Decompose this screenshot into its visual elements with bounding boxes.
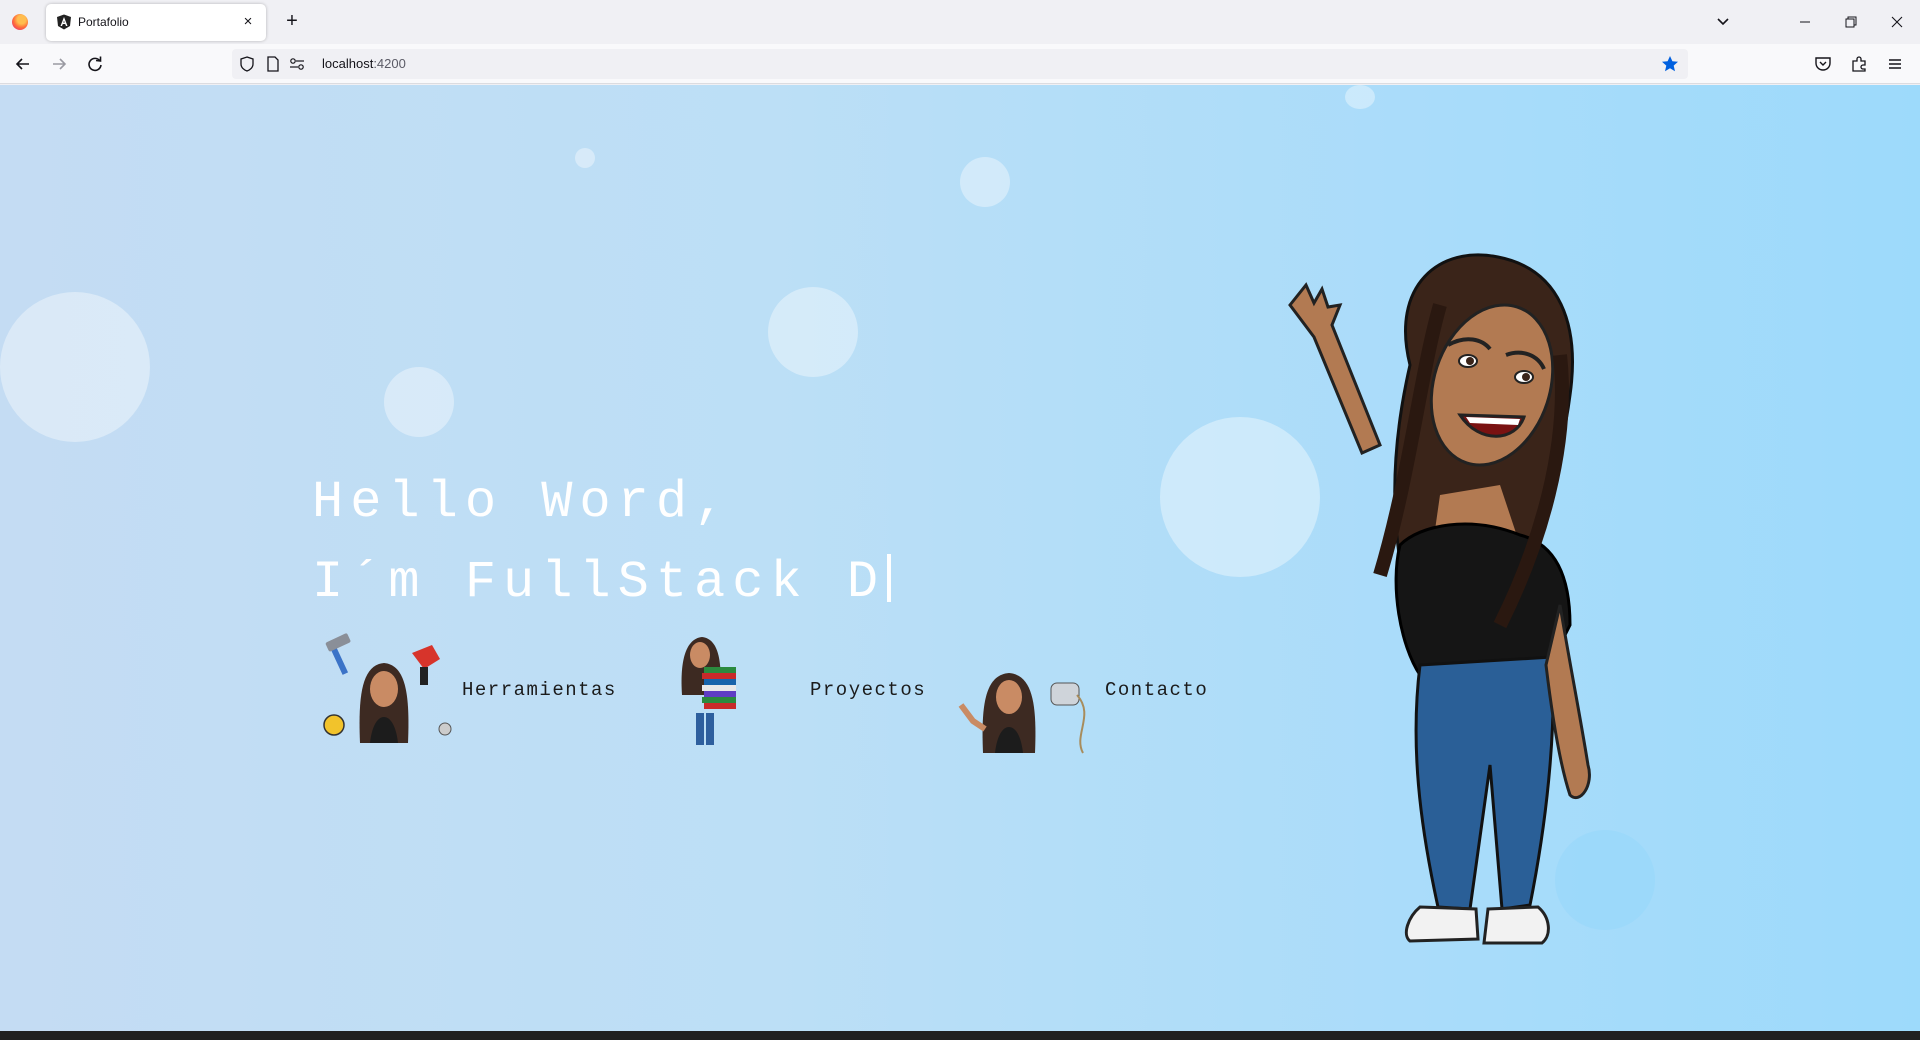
close-window-icon[interactable] bbox=[1880, 8, 1914, 36]
reload-icon[interactable] bbox=[82, 51, 108, 77]
typing-cursor bbox=[887, 554, 892, 602]
shield-icon[interactable] bbox=[238, 55, 256, 73]
forward-arrow-icon[interactable] bbox=[46, 51, 72, 77]
page-viewport: Hello Word, I´m FullStack D Herramientas bbox=[0, 85, 1920, 1031]
os-taskbar bbox=[0, 1031, 1920, 1040]
back-arrow-icon[interactable] bbox=[10, 51, 36, 77]
close-tab-icon[interactable]: × bbox=[238, 12, 258, 32]
nav-proyectos[interactable]: Proyectos bbox=[660, 625, 926, 755]
extensions-icon[interactable] bbox=[1848, 53, 1870, 75]
minimize-icon[interactable] bbox=[1788, 8, 1822, 36]
nav-herramientas-label: Herramientas bbox=[462, 679, 617, 701]
url-text[interactable]: localhost:4200 bbox=[322, 56, 406, 71]
permissions-icon[interactable] bbox=[288, 55, 306, 73]
decorative-bubble bbox=[768, 287, 858, 377]
avatar-tin-can-phone-icon bbox=[958, 673, 1086, 754]
tab-portafolio[interactable]: Portafolio × bbox=[46, 4, 266, 41]
browser-tab-strip: Portafolio × + bbox=[0, 0, 1920, 44]
firefox-icon[interactable] bbox=[12, 14, 28, 30]
greeting-line-2: I´m FullStack D bbox=[312, 553, 886, 612]
navigation-toolbar: localhost:4200 bbox=[0, 44, 1920, 84]
decorative-bubble bbox=[384, 367, 454, 437]
chevron-down-icon[interactable] bbox=[1712, 11, 1734, 33]
page-icon[interactable] bbox=[264, 55, 282, 73]
restore-icon[interactable] bbox=[1834, 8, 1868, 36]
angular-icon bbox=[57, 14, 71, 30]
hero-greeting: Hello Word, I´m FullStack D bbox=[312, 463, 892, 623]
address-bar[interactable]: localhost:4200 bbox=[232, 49, 1688, 79]
new-tab-button[interactable]: + bbox=[280, 10, 304, 34]
bookmark-star-icon[interactable] bbox=[1660, 54, 1680, 74]
pocket-icon[interactable] bbox=[1812, 53, 1834, 75]
nav-herramientas[interactable]: Herramientas bbox=[312, 625, 617, 755]
greeting-line-1: Hello Word, bbox=[312, 473, 733, 532]
decorative-bubble bbox=[0, 292, 150, 442]
nav-proyectos-label: Proyectos bbox=[810, 679, 927, 701]
avatar-books-icon bbox=[681, 637, 736, 745]
nav-contacto-label: Contacto bbox=[1105, 679, 1209, 701]
tab-title: Portafolio bbox=[78, 15, 129, 29]
avatar-tools-icon bbox=[323, 633, 452, 743]
waving-avatar bbox=[1288, 253, 1591, 945]
decorative-bubble bbox=[575, 148, 595, 168]
hamburger-menu-icon[interactable] bbox=[1884, 53, 1906, 75]
decorative-bubble bbox=[960, 157, 1010, 207]
nav-contacto[interactable]: Contacto bbox=[955, 625, 1208, 755]
decorative-bubble bbox=[1345, 85, 1375, 109]
